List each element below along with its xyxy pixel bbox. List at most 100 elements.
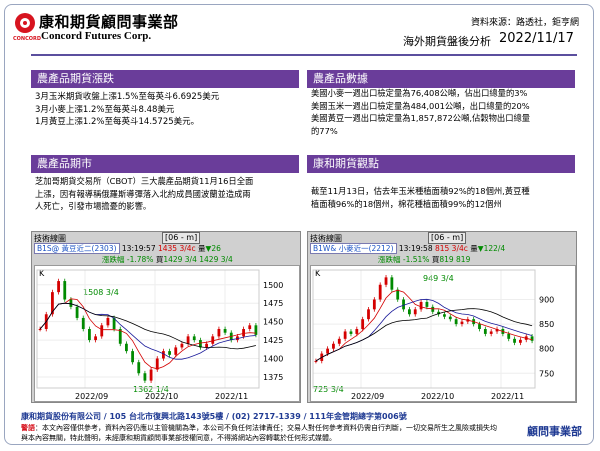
candle-body — [349, 331, 353, 334]
candle-body — [100, 325, 104, 337]
quote-time: 13:19:58 — [398, 244, 433, 253]
section-market-body: 芝加哥期貨交易所（CBOT）三大農產品期貨11月16日全面 上漲，因有報導稱俄羅… — [35, 175, 301, 213]
candle-body — [149, 369, 153, 381]
candle-body — [530, 336, 534, 341]
candle-body — [38, 329, 42, 330]
volume-value: 26 — [211, 244, 221, 253]
y-tick-label: 900 — [539, 296, 554, 305]
candle-body — [507, 333, 511, 339]
candle-body — [378, 284, 382, 300]
candle-body — [192, 336, 196, 341]
candle-body — [448, 316, 452, 320]
symbol-field[interactable]: B1S@ 黃豆近二(2303) — [34, 243, 120, 254]
candle-body — [162, 351, 165, 359]
text-line: 美國玉米一週出口檢定量為484,001公噸，出口總量的20% — [311, 100, 530, 111]
candle-body — [125, 343, 128, 352]
footer-brand: 顧問事業部 — [527, 425, 582, 438]
page-frame: CONCORD 康和期貨顧問事業部 Concord Futures Corp. … — [4, 4, 594, 445]
volume-value: 122/4 — [483, 244, 506, 253]
x-tick-label: 2022/11 — [491, 392, 524, 401]
candle-body — [454, 319, 458, 325]
candle-body — [513, 338, 516, 343]
candle-body — [478, 324, 481, 329]
warning-label: 警語 — [21, 424, 35, 432]
text-line: 植面積96%的18個州，棉花種植面積99%的12個州 — [311, 198, 502, 209]
candle-body — [186, 336, 190, 344]
change-percent: 漲跌幅 -1.78% — [102, 255, 154, 264]
candle-body — [384, 277, 388, 285]
y-tick-label: 1475 — [263, 299, 283, 308]
high-label: 949 3/4 — [423, 274, 454, 283]
candle-body — [94, 336, 97, 341]
candle-body — [413, 309, 417, 315]
candle-body — [314, 360, 318, 362]
y-tick-label: 1500 — [263, 281, 283, 290]
section-view-body: 截至11月13日，估去年玉米種植面積92%的18個州,黃豆種 植面積96%的18… — [311, 185, 577, 210]
candle-body — [81, 317, 85, 329]
footer-disclaimer: 警語：本文內容僅供參考，資料內容仍應以主管機關為準，本公司不負任何法律責任；交易… — [21, 424, 497, 442]
symbol-field[interactable]: B1W& 小麥近一(2212) — [310, 243, 397, 254]
data-source: 資料來源：路透社，鉅亨網 — [470, 18, 579, 28]
text-line: 3月玉米期貨收盤上漲1.5%至每英斗6.6925美元 — [35, 92, 220, 102]
candle-body — [106, 317, 110, 326]
section-data-body: 美國小麥一週出口檢定量為76,408公噸，佔出口總量的3% 美國玉米一週出口檢定… — [311, 87, 577, 137]
high-label: 1508 3/4 — [83, 288, 119, 297]
candle-body — [174, 347, 178, 355]
candle-body — [131, 351, 134, 363]
header: CONCORD 康和期貨顧問事業部 Concord Futures Corp. … — [5, 5, 593, 55]
candle-body — [367, 309, 370, 320]
moving-average-line — [39, 302, 256, 360]
candle-body — [419, 301, 423, 310]
candle-body — [396, 289, 400, 300]
candle-body — [211, 336, 215, 344]
candle-body — [402, 299, 405, 310]
candle-body — [332, 343, 335, 349]
x-tick-label: 2022/10 — [145, 392, 178, 401]
candle-body — [390, 277, 394, 290]
logo-chinese-name: 康和期貨顧問事業部 — [39, 13, 179, 31]
volume-label: 量 — [198, 244, 206, 253]
text-line: 芝加哥期貨交易所（CBOT）三大農產品期貨11月16日全面 — [35, 176, 254, 186]
chart-panel-wheat: 技術線圖 [06 - m] B1W& 小麥近一(2212) 13:19:58 8… — [307, 231, 577, 403]
change-row: 漲跌幅 -1.78% 買1429 3/4 1429 3/4 — [102, 254, 233, 265]
candle-body — [57, 281, 60, 293]
candle-body — [69, 299, 73, 307]
quote-time: 13:19:57 — [121, 244, 156, 253]
text-line: 美國黃豆一週出口檢定量為1,857,872公噸,佔穀物出口總量 — [311, 113, 531, 123]
change-row: 漲跌幅 -1.51% 買819 819 — [378, 254, 470, 265]
chart-panel-soybean: 技術線圖 [06 - m] B1S@ 黃豆近二(2303) 13:19:57 1… — [31, 231, 301, 403]
y-tick-label: 800 — [539, 345, 554, 354]
report-date: 2022/11/17 — [499, 31, 574, 46]
candle-body — [143, 373, 147, 381]
candle-body — [407, 309, 411, 315]
candle-body — [372, 299, 376, 310]
text-line: 1月黃豆上漲1.2%至每英斗14.5725美元。 — [35, 117, 200, 127]
footer-company: 康和期貨股份有限公司 / 105 台北市復興北路143號5樓 / (02) 27… — [21, 412, 407, 421]
candle-body — [242, 329, 245, 337]
quote-row: B1W& 小麥近一(2212) 13:19:58 815 3/4c 量▼122/… — [310, 243, 505, 254]
candle-body — [155, 358, 159, 370]
section-price-moves-title: 農產品期貨漲跌 — [31, 70, 299, 88]
candle-body — [518, 339, 522, 343]
candle-body — [443, 314, 446, 317]
logo-subtext: CONCORD — [13, 36, 42, 42]
candlestick-chart: K 949 3/4 725 3/4 900 850 800 750 2022/09 20… — [310, 265, 576, 402]
x-tick-label: 2022/09 — [75, 392, 108, 401]
text-line: 的77% — [311, 125, 338, 136]
candle-body — [168, 351, 171, 355]
report-title: 海外期貨盤後分析 — [403, 35, 491, 48]
candle-body — [337, 338, 341, 344]
concord-logo-icon — [15, 13, 35, 33]
header-divider — [31, 54, 577, 56]
text-line: 人死亡，引發市場擔憂的影響。 — [35, 201, 152, 211]
logo-english-name: Concord Futures Corp. — [41, 30, 152, 42]
x-tick-label: 2022/11 — [215, 392, 248, 401]
y-tick-label: 850 — [539, 320, 554, 329]
candle-body — [88, 329, 91, 341]
candle-body — [460, 321, 464, 325]
warning-text: 本文內容僅供參考，資料內容仍應以主管機關為準，本公司不負任何法律責任；交易人對任… — [21, 424, 497, 442]
candlestick-chart: K 1508 3/4 1362 1/4 1500 1475 1450 1425 1400… — [34, 265, 300, 402]
candle-body — [75, 306, 79, 318]
candle-body — [431, 306, 435, 312]
y-tick-label: 1450 — [263, 318, 283, 327]
